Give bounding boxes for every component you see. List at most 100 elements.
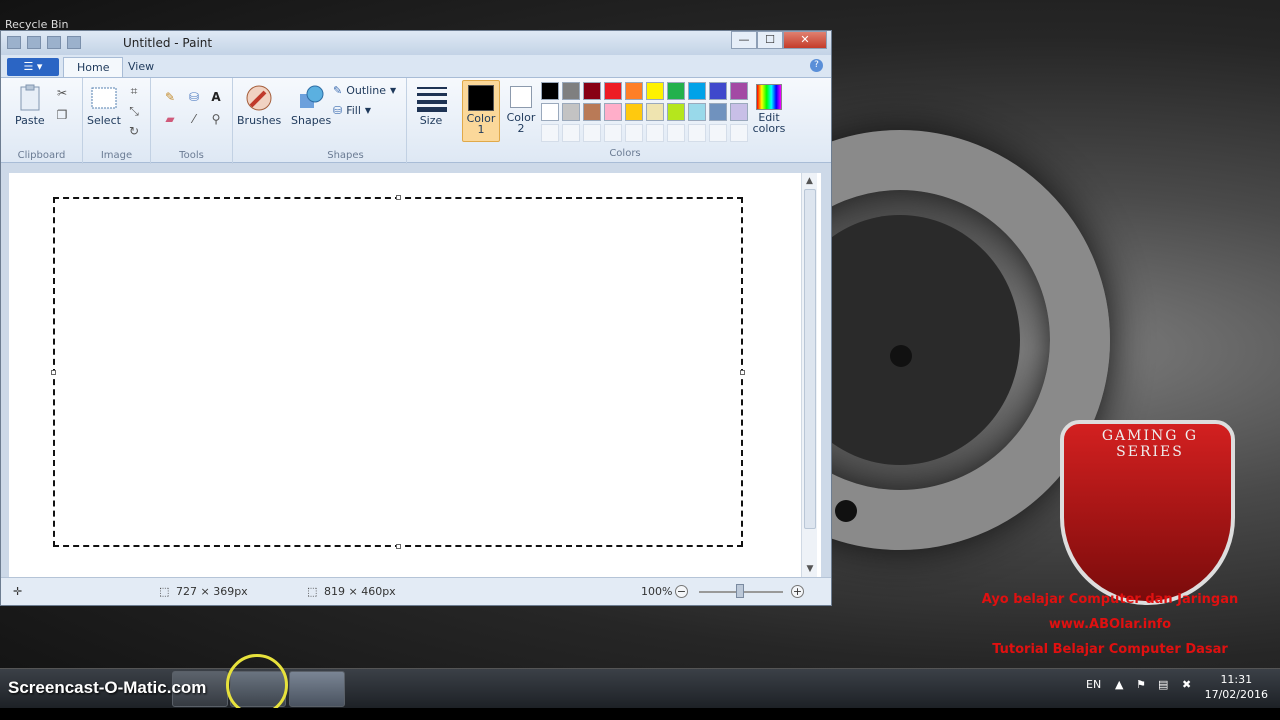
shapes-button[interactable]: Shapes [291, 84, 331, 127]
palette-color-swatch[interactable] [730, 103, 748, 121]
custom-color-slot[interactable] [646, 124, 664, 142]
minimize-button[interactable]: — [731, 31, 757, 49]
taskbar-paint-button[interactable] [289, 671, 345, 707]
palette-color-swatch[interactable] [562, 103, 580, 121]
text-icon[interactable]: A [209, 90, 223, 104]
file-menu-button[interactable]: ☰ ▾ [7, 58, 59, 76]
maximize-button[interactable]: ☐ [757, 31, 783, 49]
palette-color-swatch[interactable] [688, 103, 706, 121]
language-indicator[interactable]: EN [1086, 678, 1101, 691]
title-bar[interactable]: Untitled - Paint — ☐ ✕ [1, 31, 831, 55]
save-icon[interactable] [27, 36, 41, 49]
color-wheel-icon [756, 84, 782, 110]
color1-swatch [468, 85, 494, 111]
custom-color-slot[interactable] [604, 124, 622, 142]
edit-colors-button[interactable]: Edit colors [751, 84, 787, 134]
zoom-out-button[interactable]: − [675, 585, 688, 598]
action-center-flag-icon[interactable]: ⚑ [1136, 678, 1146, 691]
brushes-group: Brushes [233, 78, 285, 164]
crop-icon[interactable]: ⌗ [127, 84, 141, 98]
brushes-label: Brushes [237, 114, 282, 127]
color1-button[interactable]: Color 1 [462, 80, 500, 142]
palette-color-swatch[interactable] [709, 103, 727, 121]
selection-size: 727 × 369px [176, 585, 248, 598]
resize-icon[interactable]: ⤡ [127, 104, 141, 118]
custom-color-slot[interactable] [730, 124, 748, 142]
edit-colors-label: Edit colors [752, 111, 786, 135]
scrollbar-thumb[interactable] [804, 189, 816, 529]
custom-color-slot[interactable] [625, 124, 643, 142]
image-size-icon: ⬚ [307, 585, 318, 598]
palette-color-swatch[interactable] [667, 82, 685, 100]
palette-color-swatch[interactable] [583, 103, 601, 121]
palette-color-swatch[interactable] [646, 82, 664, 100]
close-button[interactable]: ✕ [783, 31, 827, 49]
paste-button[interactable]: Paste [15, 84, 45, 127]
palette-color-swatch[interactable] [730, 82, 748, 100]
promo-line-1: Ayo belajar Computer dan Jaringan [981, 592, 1239, 607]
quick-access-toolbar [7, 36, 81, 49]
magnifier-icon[interactable]: ⚲ [209, 112, 223, 126]
resize-handle-bottom[interactable] [396, 544, 401, 549]
drawing-canvas[interactable] [53, 197, 743, 547]
custom-color-slot[interactable] [667, 124, 685, 142]
palette-color-swatch[interactable] [667, 103, 685, 121]
outline-dropdown[interactable]: ✎ Outline ▼ [333, 84, 396, 97]
fill-bucket-icon[interactable]: ⛁ [187, 90, 201, 104]
pencil-icon[interactable]: ✎ [163, 90, 177, 104]
palette-color-swatch[interactable] [541, 82, 559, 100]
help-icon[interactable]: ? [810, 59, 823, 72]
image-group-label: Image [100, 150, 133, 161]
palette-color-swatch[interactable] [583, 82, 601, 100]
scroll-up-icon[interactable]: ▲ [802, 173, 817, 189]
redo-icon[interactable] [67, 36, 81, 49]
color-picker-icon[interactable]: ⁄ [187, 112, 201, 126]
size-button[interactable]: Size [413, 84, 449, 127]
fill-dropdown[interactable]: ⛁ Fill ▼ [333, 104, 371, 117]
rotate-icon[interactable]: ↻ [127, 124, 141, 138]
paint-app-icon[interactable] [7, 36, 21, 49]
palette-color-swatch[interactable] [709, 82, 727, 100]
custom-color-slot[interactable] [541, 124, 559, 142]
palette-color-swatch[interactable] [646, 103, 664, 121]
clipboard-icon [16, 84, 44, 112]
selection-size-icon: ⬚ [159, 585, 170, 598]
zoom-slider-thumb[interactable] [736, 584, 744, 598]
cut-icon[interactable]: ✂ [55, 86, 69, 100]
zoom-in-button[interactable]: + [791, 585, 804, 598]
brushes-button[interactable]: Brushes [237, 84, 281, 127]
select-button[interactable]: Select [87, 84, 121, 127]
resize-handle-right[interactable] [740, 370, 745, 375]
network-icon[interactable]: ▤ [1158, 678, 1168, 691]
palette-color-swatch[interactable] [604, 82, 622, 100]
scroll-down-icon[interactable]: ▼ [802, 561, 818, 577]
system-clock[interactable]: 11:31 17/02/2016 [1205, 672, 1268, 702]
palette-color-swatch[interactable] [562, 82, 580, 100]
custom-color-slot[interactable] [709, 124, 727, 142]
window-title: Untitled - Paint [123, 36, 213, 50]
select-label: Select [87, 114, 121, 127]
custom-color-slot[interactable] [583, 124, 601, 142]
resize-handle-left[interactable] [51, 370, 56, 375]
custom-color-slot[interactable] [562, 124, 580, 142]
color2-button[interactable]: Color 2 [503, 80, 539, 134]
show-hidden-icons-icon[interactable]: ▲ [1115, 678, 1123, 691]
palette-color-swatch[interactable] [625, 82, 643, 100]
resize-handle-top[interactable] [396, 195, 401, 200]
palette-color-swatch[interactable] [625, 103, 643, 121]
copy-icon[interactable]: ❐ [55, 108, 69, 122]
palette-color-swatch[interactable] [541, 103, 559, 121]
color2-swatch [510, 86, 532, 108]
tab-view[interactable]: View [115, 57, 167, 77]
tools-group-label: Tools [179, 150, 204, 161]
tools-group: ✎ ⛁ A ▰ ⁄ ⚲ Tools [151, 78, 233, 164]
eraser-icon[interactable]: ▰ [163, 112, 177, 126]
canvas-area: ▲ ▼ [9, 173, 821, 577]
volume-muted-icon[interactable]: ✖ [1182, 678, 1191, 691]
cursor-highlight-ring [226, 654, 288, 716]
undo-icon[interactable] [47, 36, 61, 49]
palette-color-swatch[interactable] [688, 82, 706, 100]
vertical-scrollbar[interactable]: ▲ ▼ [801, 173, 817, 577]
palette-color-swatch[interactable] [604, 103, 622, 121]
custom-color-slot[interactable] [688, 124, 706, 142]
